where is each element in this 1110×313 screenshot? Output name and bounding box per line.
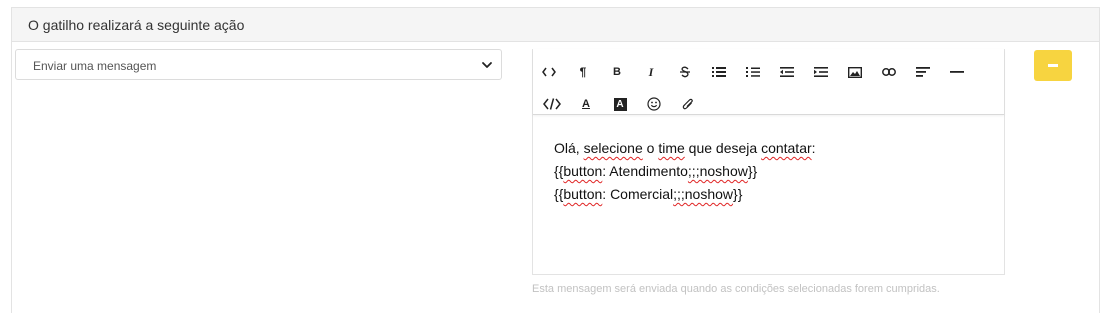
minus-icon	[1048, 64, 1058, 67]
indent-icon[interactable]	[810, 62, 832, 82]
numbered-list-icon[interactable]	[742, 62, 764, 82]
action-type-value: Enviar uma mensagem	[33, 59, 157, 73]
paragraph-icon[interactable]: ¶	[572, 62, 594, 82]
message-hint: Esta mensagem será enviada quando as con…	[532, 283, 940, 295]
remove-action-button[interactable]	[1034, 50, 1072, 81]
bold-icon[interactable]: B	[606, 62, 628, 82]
italic-icon[interactable]: I	[640, 62, 662, 82]
attachment-icon[interactable]	[677, 94, 699, 114]
action-type-select[interactable]: Enviar uma mensagem	[15, 49, 502, 80]
editor-content[interactable]: Olá, selecione o time que deseja contata…	[533, 115, 1004, 206]
background-color-icon[interactable]: A	[609, 94, 631, 114]
bulleted-list-icon[interactable]	[708, 62, 730, 82]
chevron-down-icon	[482, 62, 492, 68]
emoji-icon[interactable]	[643, 94, 665, 114]
message-line: {{button: Comercial;;;noshow}}	[554, 186, 743, 202]
message-line: Olá, selecione o time que deseja contata…	[554, 140, 816, 156]
message-editor: ¶ B I A A Olá, selecione o time que dese…	[532, 49, 1005, 275]
outdent-icon[interactable]	[776, 62, 798, 82]
align-icon[interactable]	[912, 62, 934, 82]
font-color-icon[interactable]: A	[575, 94, 597, 114]
strikethrough-icon[interactable]	[674, 62, 696, 82]
image-icon[interactable]	[844, 62, 866, 82]
link-icon[interactable]	[878, 62, 900, 82]
code-icon[interactable]	[541, 94, 563, 114]
code-view-icon[interactable]	[538, 62, 560, 82]
horizontal-rule-icon[interactable]	[946, 62, 968, 82]
editor-toolbar: ¶ B I A A	[533, 49, 1004, 115]
message-line: {{button: Atendimento;;;noshow}}	[554, 163, 758, 179]
panel-title: O gatilho realizará a seguinte ação	[12, 8, 1099, 42]
